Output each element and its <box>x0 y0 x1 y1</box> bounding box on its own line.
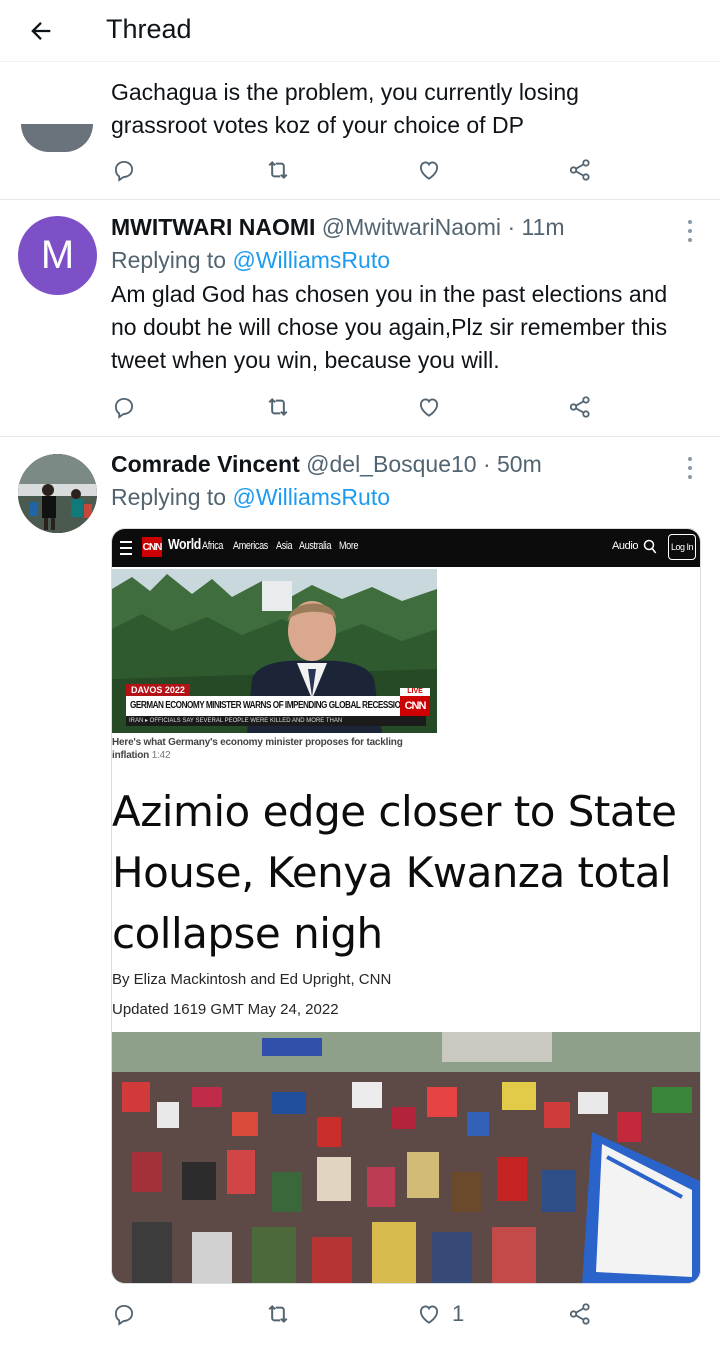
retweet-icon <box>268 1305 288 1323</box>
like-button[interactable]: 1 <box>416 1298 464 1330</box>
tweet-2[interactable]: M MWITWARI NAOMI @MwitwariNaomi · 11m Re… <box>0 200 720 437</box>
avatar-letter: M <box>40 233 75 277</box>
share-icon <box>569 396 590 418</box>
author-name[interactable]: MWITWARI NAOMI <box>111 214 315 240</box>
author-name[interactable]: Comrade Vincent <box>111 451 300 477</box>
heart-icon <box>419 398 439 417</box>
replying-to: Replying to @WilliamsRuto <box>111 484 390 510</box>
share-icon <box>569 159 590 181</box>
article-headline: Azimio edge closer to State House, Kenya… <box>112 787 677 958</box>
cnn-logo: CNN <box>142 537 162 557</box>
cnn-nav-americas: Americas <box>233 540 268 552</box>
cnn-nav-asia: Asia <box>276 540 293 552</box>
tweet-time: · 11m <box>507 214 565 240</box>
cnn-nav-africa: Africa <box>202 540 224 552</box>
cnn-nav-more: More <box>339 540 359 552</box>
tweet-text: Am glad God has chosen you in the past e… <box>111 281 668 373</box>
retweet-icon <box>268 398 288 416</box>
reply-button[interactable] <box>111 391 147 423</box>
cnn-nav-australia: Australia <box>299 540 332 552</box>
reply-icon <box>114 160 134 182</box>
tweet-1[interactable]: Gachagua is the problem, you currently l… <box>0 62 720 200</box>
reply-button[interactable] <box>111 1298 147 1330</box>
arrow-left-icon <box>31 22 51 40</box>
video-caption: Here's what Germany's economy minister p… <box>112 737 403 761</box>
cnn-login: Log In <box>668 534 696 560</box>
mention-link[interactable]: @WilliamsRuto <box>232 247 390 273</box>
search-icon <box>643 539 657 554</box>
mention-link[interactable]: @WilliamsRuto <box>232 484 390 510</box>
avatar[interactable] <box>21 124 93 152</box>
retweet-icon <box>268 161 288 179</box>
tweet-text: Gachagua is the problem, you currently l… <box>111 79 579 138</box>
replying-to: Replying to @WilliamsRuto <box>111 247 390 273</box>
video-headline: GERMAN ECONOMY MINISTER WARNS OF IMPENDI… <box>130 700 406 711</box>
like-count: 1 <box>452 1301 465 1326</box>
cnn-bug: CNN <box>400 696 430 716</box>
avatar[interactable]: M <box>18 216 97 295</box>
article-byline: By Eliza Mackintosh and Ed Upright, CNN <box>112 971 392 988</box>
video-ticker: IRAN ▸ OFFICIALS SAY SEVERAL PEOPLE WERE… <box>126 716 426 726</box>
video-duration: 1:42 <box>151 750 171 761</box>
video-thumbnail: DAVOS 2022 GERMAN ECONOMY MINISTER WARNS… <box>112 569 437 733</box>
page-title: Thread <box>106 14 192 44</box>
top-bar: Thread <box>0 0 720 62</box>
crowd-photo <box>112 1032 700 1283</box>
share-icon <box>569 1303 590 1325</box>
video-tag: DAVOS 2022 <box>126 684 190 696</box>
retweet-button[interactable] <box>264 1298 302 1330</box>
live-badge: LIVE <box>400 688 430 696</box>
heart-icon <box>419 1305 439 1324</box>
reply-icon <box>114 397 134 419</box>
cnn-nav-world: World <box>168 536 201 553</box>
reply-icon <box>114 1304 134 1326</box>
cnn-audio: Audio <box>612 540 639 552</box>
share-button[interactable] <box>567 154 603 186</box>
crowd-photo-graphic <box>112 1032 700 1283</box>
share-button[interactable] <box>567 391 603 423</box>
avatar-photo <box>18 454 97 533</box>
tweet-time: · 50m <box>482 451 542 477</box>
like-button[interactable] <box>416 154 452 186</box>
hamburger-menu-icon <box>120 541 132 555</box>
tweet-media-image[interactable]: CNN World Africa Americas Asia Australia… <box>111 528 701 1284</box>
cnn-nav-bar: CNN World Africa Americas Asia Australia… <box>112 529 700 567</box>
share-button[interactable] <box>567 1298 603 1330</box>
retweet-button[interactable] <box>264 391 302 423</box>
retweet-button[interactable] <box>264 154 302 186</box>
like-button[interactable] <box>416 391 452 423</box>
article-updated: Updated 1619 GMT May 24, 2022 <box>112 1001 339 1018</box>
back-button[interactable] <box>22 12 60 50</box>
heart-icon <box>419 161 439 180</box>
avatar[interactable] <box>18 454 97 533</box>
author-handle[interactable]: @MwitwariNaomi <box>322 214 501 240</box>
author-handle[interactable]: @del_Bosque10 <box>306 451 476 477</box>
reply-button[interactable] <box>111 154 147 186</box>
